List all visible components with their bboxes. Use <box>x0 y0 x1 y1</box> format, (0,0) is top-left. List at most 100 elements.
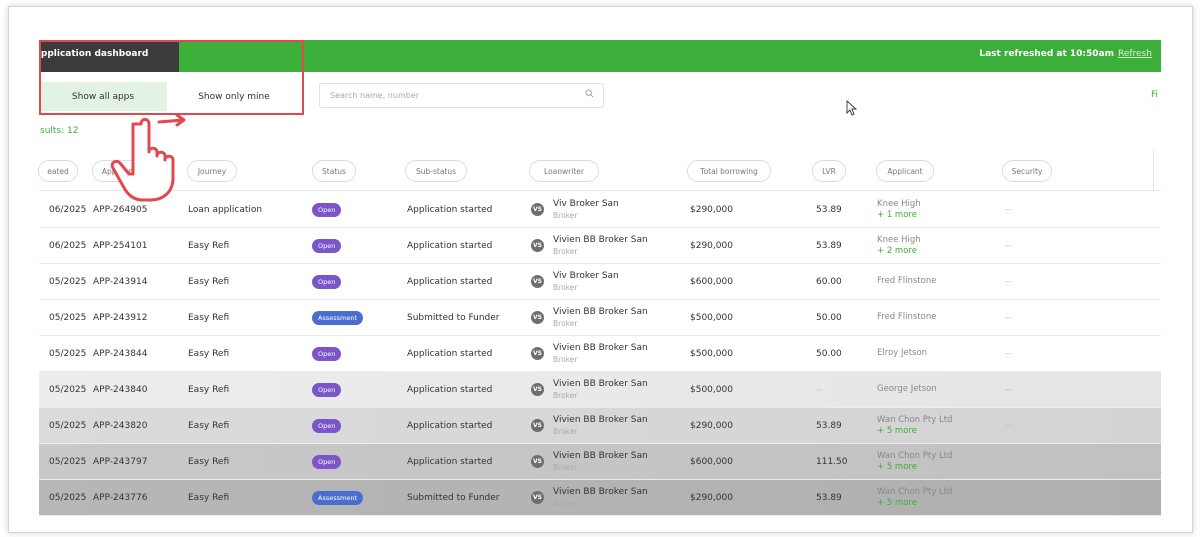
total-borrowing: $290,000 <box>690 240 733 251</box>
last-refreshed: Last refreshed at 10:50am Refresh <box>979 49 1152 59</box>
app-number[interactable]: APP-243914 <box>93 264 147 299</box>
search-input[interactable]: Search name, number <box>319 83 604 108</box>
lvr: 111.50 <box>816 456 848 467</box>
applicant-name: Elroy Jetson <box>877 348 928 358</box>
column-header[interactable]: Applicant <box>876 160 934 182</box>
status-cell: Open <box>312 372 342 407</box>
table-row[interactable]: 05/2025 APP-243797 Easy Refi Open Applicatio… <box>39 444 1161 480</box>
avatar: VS <box>531 491 544 504</box>
table-row[interactable]: 06/2025 APP-264905 Loan application Open App… <box>39 192 1161 228</box>
applicant-cell: Wan Chon Pty Ltd + 5 more <box>877 408 952 443</box>
refresh-link[interactable]: Refresh <box>1118 49 1152 59</box>
applicant-name: Wan Chon Pty Ltd <box>877 486 953 497</box>
avatar: VS <box>531 203 544 216</box>
security: -- <box>1005 456 1012 467</box>
column-header[interactable]: eated <box>38 160 78 182</box>
loanwriter-role: Broker <box>553 498 578 508</box>
lvr: 53.89 <box>816 204 842 215</box>
status-cell: Open <box>312 444 342 479</box>
sub-status: Application started <box>407 456 493 467</box>
app-number[interactable]: APP-243797 <box>93 444 147 479</box>
security: -- <box>1005 204 1012 215</box>
column-header[interactable]: Loanwriter <box>529 160 599 182</box>
loanwriter-role: Broker <box>553 426 578 436</box>
app-number[interactable]: APP-243912 <box>93 300 147 335</box>
applicant-cell: Fred Flinstone <box>877 300 936 335</box>
sub-status: Application started <box>407 204 493 215</box>
applicant-cell: Elroy Jetson <box>877 336 927 371</box>
lvr: -- <box>816 384 823 395</box>
loanwriter-cell: VS Vivien BB Broker San Broker <box>531 480 648 515</box>
applicant-info: Wan Chon Pty Ltd + 5 more <box>877 487 952 509</box>
loanwriter-cell: VS Viv Broker San Broker <box>531 264 619 299</box>
applicant-cell: Knee High + 1 more <box>877 192 921 227</box>
journey: Easy Refi <box>188 276 230 287</box>
created-date: 05/2025 <box>49 384 87 395</box>
status-cell: Open <box>312 192 342 227</box>
loanwriter-info: Vivien BB Broker San Broker <box>553 306 648 330</box>
applicant-more-link[interactable]: + 2 more <box>877 246 921 257</box>
column-header[interactable]: Status <box>312 160 356 182</box>
loanwriter-role: Broker <box>553 282 578 292</box>
applicant-name: Knee High <box>877 198 921 209</box>
app-number[interactable]: APP-243820 <box>93 408 147 443</box>
avatar: VS <box>531 455 544 468</box>
column-header[interactable]: LVR <box>812 160 846 182</box>
sub-status: Application started <box>407 240 493 251</box>
created-date: 06/2025 <box>49 240 87 251</box>
app-number[interactable]: APP-243840 <box>93 372 147 407</box>
sub-status: Application started <box>407 420 493 431</box>
status-badge: Open <box>312 202 342 217</box>
status-cell: Open <box>312 264 342 299</box>
loanwriter-info: Vivien BB Broker San Broker <box>553 450 648 474</box>
table-row[interactable]: 05/2025 APP-243820 Easy Refi Open Applicatio… <box>39 408 1161 444</box>
app-number[interactable]: APP-254101 <box>93 228 147 263</box>
app-number[interactable]: APP-243776 <box>93 480 147 515</box>
applicant-more-link[interactable]: + 5 more <box>877 498 952 509</box>
created-date: 05/2025 <box>49 420 87 431</box>
applicant-more-link[interactable]: + 5 more <box>877 426 952 437</box>
sub-status: Application started <box>407 348 493 359</box>
journey: Easy Refi <box>188 456 230 467</box>
results-count: sults: 12 <box>40 126 79 136</box>
loanwriter-role: Broker <box>553 318 578 328</box>
loanwriter-name: Vivien BB Broker San <box>553 234 648 245</box>
loanwriter-cell: VS Vivien BB Broker San Broker <box>531 444 648 479</box>
journey: Easy Refi <box>188 348 230 359</box>
table-row[interactable]: 05/2025 APP-243912 Easy Refi Assessment Subm… <box>39 300 1161 336</box>
status-cell: Open <box>312 336 342 371</box>
loanwriter-name: Vivien BB Broker San <box>553 306 648 317</box>
total-borrowing: $500,000 <box>690 312 733 323</box>
table-row[interactable]: 05/2025 APP-243914 Easy Refi Open Applicatio… <box>39 264 1161 300</box>
app-number[interactable]: APP-243844 <box>93 336 147 371</box>
table-row[interactable]: 05/2025 APP-243840 Easy Refi Open Applicatio… <box>39 372 1161 408</box>
loanwriter-info: Vivien BB Broker San Broker <box>553 342 648 366</box>
applicant-info: Knee High + 1 more <box>877 199 921 221</box>
lvr: 53.89 <box>816 240 842 251</box>
sub-status: Submitted to Funder <box>407 492 500 503</box>
status-badge: Open <box>312 418 342 433</box>
total-borrowing: $500,000 <box>690 348 733 359</box>
applicant-info: Elroy Jetson <box>877 348 927 359</box>
created-date: 05/2025 <box>49 348 87 359</box>
total-borrowing: $290,000 <box>690 492 733 503</box>
total-borrowing: $290,000 <box>690 420 733 431</box>
column-header[interactable]: Sub-status <box>405 160 467 182</box>
table-row[interactable]: 06/2025 APP-254101 Easy Refi Open Applicatio… <box>39 228 1161 264</box>
loanwriter-info: Viv Broker San Broker <box>553 198 619 222</box>
column-header[interactable]: Total borrowing <box>687 160 771 182</box>
loanwriter-cell: VS Vivien BB Broker San Broker <box>531 408 648 443</box>
applicant-more-link[interactable]: + 5 more <box>877 462 952 473</box>
table-row[interactable]: 05/2025 APP-243844 Easy Refi Open Applicatio… <box>39 336 1161 372</box>
search-icon[interactable] <box>585 89 594 98</box>
table-row[interactable]: 05/2025 APP-243776 Easy Refi Assessment Subm… <box>39 480 1161 516</box>
column-header[interactable]: Security <box>1002 160 1052 182</box>
pointing-hand-icon <box>110 113 186 202</box>
applicant-name: George Jetson <box>877 384 937 394</box>
loanwriter-name: Vivien BB Broker San <box>553 414 648 425</box>
sub-status: Application started <box>407 276 493 287</box>
applicant-more-link[interactable]: + 1 more <box>877 210 921 221</box>
filter-link[interactable]: Fi <box>1151 90 1158 100</box>
status-cell: Assessment <box>312 300 363 335</box>
created-date: 06/2025 <box>49 204 87 215</box>
